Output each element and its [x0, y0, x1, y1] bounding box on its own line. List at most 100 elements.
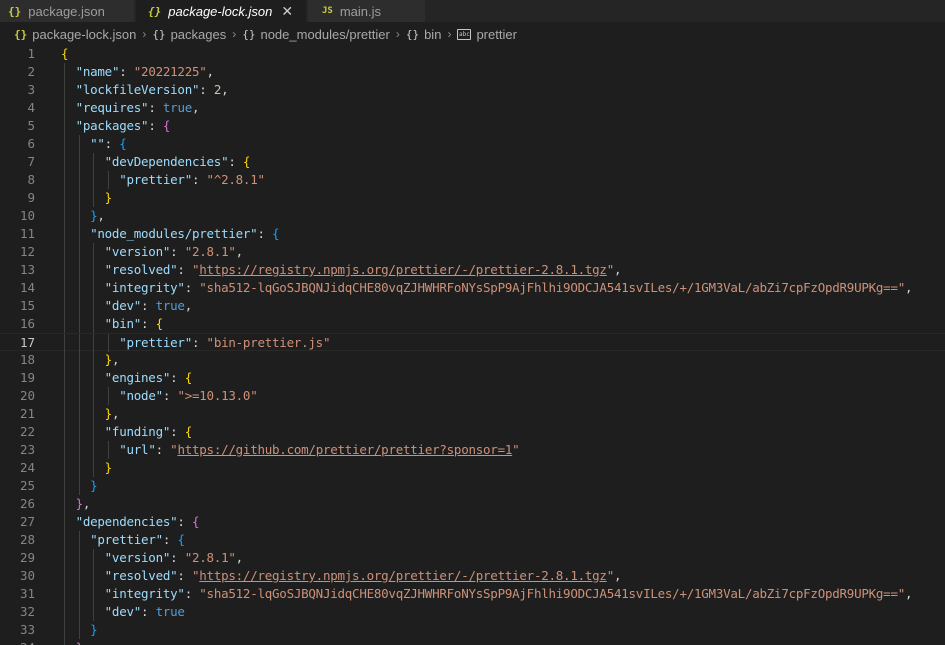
code-token: , — [111, 352, 120, 367]
code-link[interactable]: https://registry.npmjs.org/prettier/-/pr… — [199, 568, 607, 583]
code-line[interactable]: 32 "dev": true — [0, 603, 945, 621]
code-line[interactable]: 5 "packages": { — [0, 117, 945, 135]
line-number: 26 — [19, 496, 35, 511]
code-line[interactable]: 17 "prettier": "bin-prettier.js" — [0, 333, 945, 352]
code-text: }, — [61, 405, 120, 423]
code-token: , — [235, 550, 244, 565]
code-token: "sha512-lqGoSJBQNJidqCHE80vqZJHWHRFoNYsS… — [199, 280, 906, 295]
code-token: "dependencies" — [75, 514, 178, 529]
code-line[interactable]: 27 "dependencies": { — [0, 513, 945, 531]
code-token: : — [191, 335, 207, 350]
code-token: "node_modules/prettier" — [90, 226, 258, 241]
code-link[interactable]: https://github.com/prettier/prettier?spo… — [177, 442, 512, 457]
code-text: "resolved": "https://registry.npmjs.org/… — [61, 567, 622, 585]
code-line[interactable]: 14 "integrity": "sha512-lqGoSJBQNJidqCHE… — [0, 279, 945, 297]
breadcrumb-item-packages[interactable]: packages — [171, 27, 227, 42]
code-token: } — [76, 640, 84, 645]
line-number: 3 — [27, 82, 35, 97]
code-token: : — [170, 370, 185, 385]
code-token: "prettier" — [119, 335, 192, 350]
code-line[interactable]: 24 } — [0, 459, 945, 477]
line-number: 34 — [0, 639, 35, 645]
code-editor[interactable]: 1{2 "name": "20221225", 3 "lockfileVersio… — [0, 45, 945, 645]
code-token: , — [111, 406, 120, 421]
code-line[interactable]: 29 "version": "2.8.1", — [0, 549, 945, 567]
code-line[interactable]: 15 "dev": true, — [0, 297, 945, 315]
code-line[interactable]: 21 }, — [0, 405, 945, 423]
breadcrumb-item-node-modules-prettier[interactable]: node_modules/prettier — [260, 27, 389, 42]
code-text: }, — [61, 495, 91, 513]
string-icon: abc — [457, 28, 472, 40]
code-line[interactable]: 16 "bin": { — [0, 315, 945, 333]
code-token: "version" — [104, 550, 171, 565]
code-token: : — [199, 82, 214, 97]
code-token: : — [141, 604, 156, 619]
code-line[interactable]: 31 "integrity": "sha512-lqGoSJBQNJidqCHE… — [0, 585, 945, 603]
object-braces-icon: {} — [242, 27, 256, 41]
code-text: "lockfileVersion": 2, — [61, 81, 229, 99]
code-token: { — [184, 370, 193, 385]
tab-main-js[interactable]: JS main.js — [308, 0, 426, 22]
code-line[interactable]: 2 "name": "20221225", — [0, 63, 945, 81]
code-line[interactable]: 22 "funding": { — [0, 423, 945, 441]
code-line[interactable]: 18 }, — [0, 351, 945, 369]
js-icon: JS — [322, 6, 333, 16]
code-line[interactable]: 8 "prettier": "^2.8.1" — [0, 171, 945, 189]
line-number: 5 — [27, 118, 35, 133]
tab-package-lock-json[interactable]: {} package-lock.json ✕ — [136, 0, 307, 22]
code-token: : — [228, 154, 243, 169]
code-token: { — [155, 316, 164, 331]
tab-package-json[interactable]: {} package.json — [0, 0, 135, 22]
object-braces-icon: {} — [405, 27, 420, 41]
code-line[interactable]: 1{ — [0, 45, 945, 63]
breadcrumb-item-file[interactable]: package-lock.json — [32, 27, 136, 42]
code-line[interactable]: 3 "lockfileVersion": 2, — [0, 81, 945, 99]
code-line[interactable]: 6 "": { — [0, 135, 945, 153]
code-line[interactable]: 26 }, — [0, 495, 945, 513]
code-token: } — [104, 190, 113, 205]
code-line[interactable]: 23 "url": "https://github.com/prettier/p… — [0, 441, 945, 459]
code-token: : — [177, 514, 192, 529]
code-token: "prettier" — [90, 532, 163, 547]
code-token: , — [613, 262, 622, 277]
breadcrumb-item-bin[interactable]: bin — [424, 27, 441, 42]
code-line[interactable]: 25 } — [0, 477, 945, 495]
code-line[interactable]: 30 "resolved": "https://registry.npmjs.o… — [0, 567, 945, 585]
code-token: "packages" — [75, 118, 149, 133]
code-line[interactable]: 7 "devDependencies": { — [0, 153, 945, 171]
code-line[interactable]: 11 "node_modules/prettier": { — [0, 225, 945, 243]
code-text: } — [61, 639, 84, 645]
close-icon[interactable]: ✕ — [281, 4, 293, 18]
code-token: " — [512, 442, 520, 457]
line-number: 14 — [19, 280, 35, 295]
json-braces-icon: {} — [8, 4, 22, 18]
code-token: "devDependencies" — [104, 154, 229, 169]
code-line[interactable]: 4 "requires": true, — [0, 99, 945, 117]
json-braces-icon: {} — [14, 27, 28, 41]
breadcrumb-item-prettier[interactable]: prettier — [476, 27, 516, 42]
chevron-right-icon: › — [232, 27, 237, 41]
code-line[interactable]: 9 } — [0, 189, 945, 207]
code-line[interactable]: 33 } — [0, 621, 945, 639]
line-number: 13 — [19, 262, 35, 277]
code-line[interactable]: 10 }, — [0, 207, 945, 225]
code-token: "bin-prettier.js" — [206, 335, 331, 350]
code-line[interactable]: 28 "prettier": { — [0, 531, 945, 549]
code-line[interactable]: 12 "version": "2.8.1", — [0, 243, 945, 261]
code-text: } — [61, 459, 113, 477]
code-line[interactable]: 13 "resolved": "https://registry.npmjs.o… — [0, 261, 945, 279]
code-link[interactable]: https://registry.npmjs.org/prettier/-/pr… — [199, 262, 607, 277]
code-line[interactable]: 19 "engines": { — [0, 369, 945, 387]
code-line[interactable]: 20 "node": ">=10.13.0" — [0, 387, 945, 405]
code-line[interactable]: 34 } — [0, 639, 945, 645]
